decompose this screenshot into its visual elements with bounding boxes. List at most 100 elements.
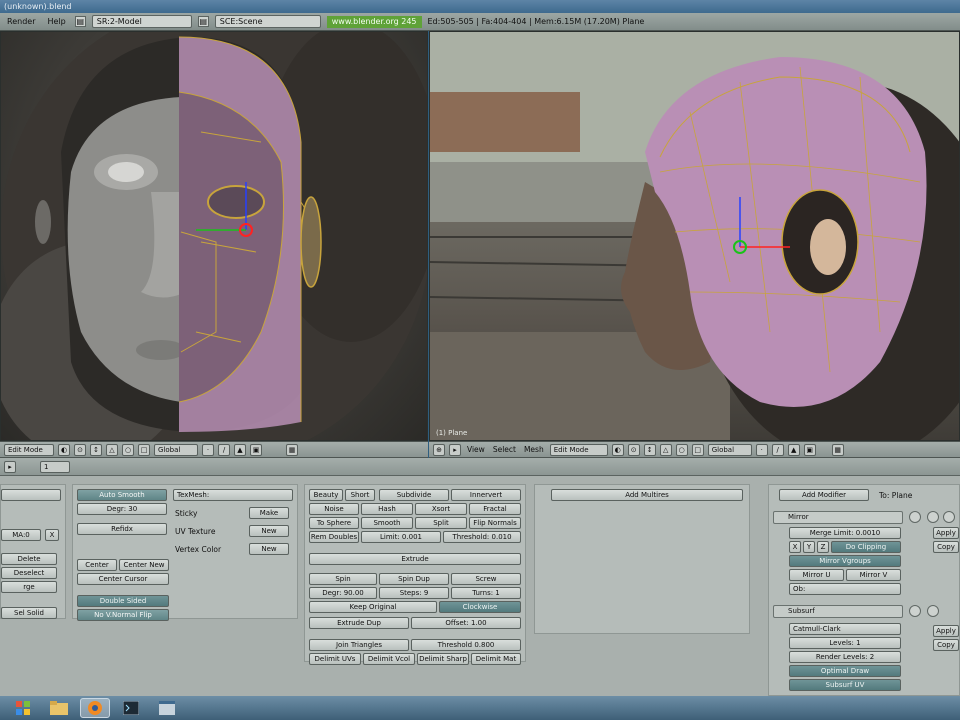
menu-render[interactable]: Render [4,17,38,26]
draw-type-icon-right[interactable]: ◐ [611,443,624,456]
split-button[interactable]: Split [415,517,467,529]
material-field[interactable]: MA:0 [1,529,41,541]
translate-icon[interactable]: △ [106,443,118,456]
menu-collapse-icon[interactable]: ▸ [449,443,461,456]
occlude-icon[interactable]: ▣ [250,443,262,456]
vertex-select-icon-right[interactable]: · [755,443,768,456]
mirror-z-toggle[interactable]: Z [817,541,829,553]
fractal-button[interactable]: Fractal [469,503,521,515]
vertex-select-icon[interactable]: · [202,443,214,456]
threshold2-field[interactable]: Threshold 0.800 [411,639,521,651]
offset-field[interactable]: Offset: 1.00 [411,617,521,629]
sticky-make-button[interactable]: Make [249,507,289,519]
add-multires-button[interactable]: Add Multires [551,489,743,501]
do-clipping-toggle[interactable]: Do Clipping [831,541,901,553]
smooth-button[interactable]: Smooth [361,517,413,529]
texmesh-field[interactable]: TexMesh: [173,489,293,501]
auto-smooth-toggle[interactable]: Auto Smooth [77,489,167,501]
website-link[interactable]: www.blender.org 245 [326,15,422,28]
flip-normals-button[interactable]: Flip Normals [469,517,521,529]
window-icon[interactable] [152,698,182,718]
center-new-button[interactable]: Center New [119,559,169,571]
edge-select-icon[interactable]: / [218,443,230,456]
innervert-selector[interactable]: Innervert [451,489,521,501]
mirror-y-toggle[interactable]: Y [803,541,815,553]
delimit-mat-toggle[interactable]: Delimit Mat [471,653,521,665]
manipulator-toggle-icon-right[interactable]: ↕ [643,443,656,456]
subsurf-type-selector[interactable]: Catmull-Clark [789,623,901,635]
left-3d-viewport[interactable] [0,31,428,441]
manipulator-toggle-icon[interactable]: ↕ [90,443,102,456]
subsurf-up-icon[interactable] [909,605,921,617]
panel-collapse-icon[interactable]: ▸ [4,460,16,473]
clockwise-toggle[interactable]: Clockwise [439,601,521,613]
xsort-button[interactable]: Xsort [415,503,467,515]
mirror-down-icon[interactable] [927,511,939,523]
hash-button[interactable]: Hash [361,503,413,515]
screen-browse-icon[interactable]: ▤ [74,16,86,27]
add-modifier-button[interactable]: Add Modifier [779,489,869,501]
subdivide-button[interactable]: Subdivide [379,489,449,501]
mirror-vgroups-toggle[interactable]: Mirror Vgroups [789,555,901,567]
scene-selector[interactable]: SCE:Scene [214,15,321,28]
center-button[interactable]: Center [77,559,117,571]
subsurf-render-levels-field[interactable]: Render Levels: 2 [789,651,901,663]
mirror-x-toggle[interactable]: X [789,541,801,553]
spin-button[interactable]: Spin [309,573,377,585]
render-preview-icon[interactable]: ▦ [286,443,298,456]
menu-mesh[interactable]: Mesh [522,445,546,454]
rem-doubles-button[interactable]: Rem Doubles [309,531,359,543]
spin-dup-button[interactable]: Spin Dup [379,573,449,585]
subsurf-down-icon[interactable] [927,605,939,617]
menu-view[interactable]: View [465,445,487,454]
deselect-button[interactable]: Deselect [1,567,57,579]
pivot-icon[interactable]: ⊙ [74,443,86,456]
face-select-icon-right[interactable]: ▲ [787,443,800,456]
left-mode-selector[interactable]: Edit Mode [4,443,54,456]
short-toggle[interactable]: Short [345,489,375,501]
mirror-object-field[interactable]: Ob: [789,583,901,595]
vertex-color-new-button[interactable]: New [249,543,289,555]
translate-icon-right[interactable]: △ [659,443,672,456]
screen-selector[interactable]: SR:2-Model [91,15,192,28]
scale-icon[interactable]: □ [138,443,150,456]
rotate-icon[interactable]: ○ [122,443,134,456]
scale-icon-right[interactable]: □ [691,443,704,456]
degr-spin-field[interactable]: Degr: 90.00 [309,587,377,599]
optimal-draw-toggle[interactable]: Optimal Draw [789,665,901,677]
subsurf-uv-toggle[interactable]: Subsurf UV [789,679,901,691]
rotate-icon-right[interactable]: ○ [675,443,688,456]
material-delete-button[interactable]: X [45,529,59,541]
threshold-field[interactable]: Threshold: 0.010 [443,531,521,543]
delimit-vcol-toggle[interactable]: Delimit Vcol [363,653,415,665]
subsurf-copy-button[interactable]: Copy [933,639,959,651]
double-sided-toggle[interactable]: Double Sided [77,595,169,607]
right-3d-viewport[interactable]: (1) Plane [429,31,960,441]
extrude-dup-button[interactable]: Extrude Dup [309,617,409,629]
edge-select-icon-right[interactable]: / [771,443,784,456]
menu-help[interactable]: Help [44,17,68,26]
no-vnormal-flip-toggle[interactable]: No V.Normal Flip [77,609,169,621]
blender-icon[interactable] [80,698,110,718]
subsurf-apply-button[interactable]: Apply [933,625,959,637]
frame-field[interactable]: 1 [40,460,70,473]
render-preview-icon-right[interactable]: ▦ [831,443,844,456]
to-sphere-button[interactable]: To Sphere [309,517,359,529]
left-orientation-selector[interactable]: Global [154,443,198,456]
delimit-uvs-toggle[interactable]: Delimit UVs [309,653,361,665]
mirror-delete-icon[interactable] [943,511,955,523]
refidx-button[interactable]: Refidx [77,523,167,535]
noise-button[interactable]: Noise [309,503,359,515]
right-orientation-selector[interactable]: Global [707,443,752,456]
turns-field[interactable]: Turns: 1 [451,587,521,599]
mirror-apply-button[interactable]: Apply [933,527,959,539]
occlude-icon-right[interactable]: ▣ [803,443,816,456]
mirror-copy-button[interactable]: Copy [933,541,959,553]
beauty-toggle[interactable]: Beauty [309,489,343,501]
folder-icon[interactable] [44,698,74,718]
subsurf-modifier-header[interactable]: Subsurf [773,605,903,618]
right-mode-selector[interactable]: Edit Mode [549,443,608,456]
mirror-modifier-header[interactable]: Mirror [773,511,903,524]
delimit-sharp-toggle[interactable]: Delimit Sharp [417,653,469,665]
draw-type-icon[interactable]: ◐ [58,443,70,456]
